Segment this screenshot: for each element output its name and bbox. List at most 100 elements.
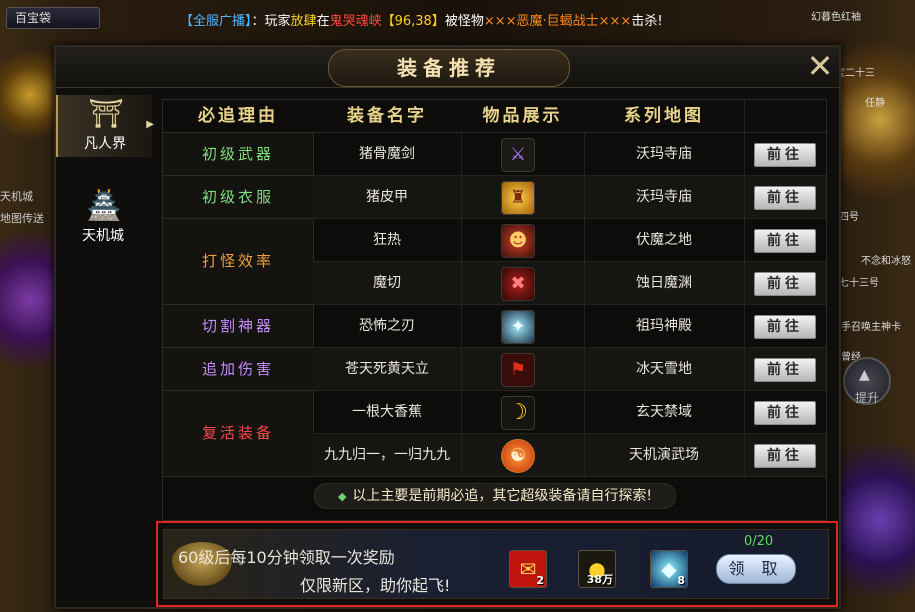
go-button[interactable]: 前往 <box>754 143 816 167</box>
broadcast-player: 放肆 <box>290 14 317 29</box>
player-name: 幻暮色红袖 <box>811 12 861 23</box>
blade-icon[interactable]: ✦ <box>501 310 535 344</box>
reason-cell: 切割神器 <box>163 305 314 348</box>
equipment-recommend-panel: 装备推荐 ✕ ⛩ 凡人界 ▶ 🏯 天机城 必追理由 装备名字 物品展示 系列地图… <box>54 45 841 609</box>
upgrade-button[interactable]: ▲ 提升 <box>843 357 891 405</box>
demon-cut-icon[interactable]: ✖ <box>501 267 535 301</box>
orb-glyph: ☯ <box>509 445 527 466</box>
caret-right-icon: ▶ <box>146 119 154 130</box>
go-button[interactable]: 前往 <box>754 186 816 210</box>
table-row: 一根大香蕉 ☽ 玄天禁域 前往 <box>313 391 826 434</box>
sidebar-item-label: 凡人界 <box>84 136 126 152</box>
temple-icon: ⛩ <box>88 97 124 130</box>
go-button[interactable]: 前往 <box>754 229 816 253</box>
table-row: 苍天死黄天立 ⚑ 冰天雪地 前往 <box>313 348 826 391</box>
reason-cell: 初级武器 <box>163 133 314 176</box>
item-map: 沃玛寺庙 <box>584 133 745 175</box>
broadcast-place: 鬼哭魂峡 <box>329 14 382 29</box>
banana-icon[interactable]: ☽ <box>501 396 535 430</box>
baibao-label: 百宝袋 <box>15 11 52 25</box>
left-note: 地图传送 <box>0 212 44 225</box>
armor-icon[interactable]: ♜ <box>501 181 535 215</box>
arrow-up-icon: ▲ <box>859 367 870 383</box>
flag-icon[interactable]: ⚑ <box>501 353 535 387</box>
header-name: 装备名字 <box>347 106 427 126</box>
reward-qty: 38万 <box>586 573 613 586</box>
table-row: 恐怖之刃 ✦ 祖玛神殿 前往 <box>313 305 826 348</box>
rage-icon[interactable]: ☻ <box>501 224 535 258</box>
item-map: 玄天禁域 <box>584 391 745 433</box>
player-name: 任静 <box>865 98 885 109</box>
title-plate: 装备推荐 <box>328 49 570 87</box>
left-note: 天机城 <box>0 190 33 203</box>
reward-section: 60级后每10分钟领取一次奖励 仅限新区，助你起飞! ✉ 2 ● 38万 ◆ 8… <box>156 521 838 607</box>
demon-cut-glyph: ✖ <box>510 273 526 294</box>
item-name: 九九归一，一归九九 <box>313 434 462 476</box>
reason-cell: 复活装备 <box>163 391 314 477</box>
reward-line2: 仅限新区，助你起飞! <box>300 576 451 595</box>
upgrade-label: 提升 <box>854 391 879 405</box>
item-map: 冰天雪地 <box>584 348 745 390</box>
table-header: 必追理由 装备名字 物品展示 系列地图 <box>163 100 826 133</box>
reward-qty: 2 <box>536 574 544 587</box>
item-name: 恐怖之刃 <box>313 305 462 347</box>
go-button[interactable]: 前往 <box>754 272 816 296</box>
table-row: 魔切 ✖ 蚀日魔渊 前往 <box>313 262 826 305</box>
reward-slot[interactable]: ✉ 2 <box>509 550 547 588</box>
claim-button[interactable]: 领 取 <box>716 554 796 584</box>
reason-cell: 追加伤害 <box>163 348 314 391</box>
sidebar-item-tianjicheng[interactable]: 🏯 天机城 <box>56 187 150 249</box>
reward-slot[interactable]: ● 38万 <box>578 550 616 588</box>
go-button[interactable]: 前往 <box>754 358 816 382</box>
hint-text: 以上主要是前期必追，其它超级装备请自行探索! <box>352 488 653 504</box>
go-button[interactable]: 前往 <box>754 401 816 425</box>
broadcast-colon: ： <box>251 14 265 29</box>
column-divider <box>744 100 745 476</box>
reward-panel: 60级后每10分钟领取一次奖励 仅限新区，助你起飞! ✉ 2 ● 38万 ◆ 8… <box>163 529 829 599</box>
rage-glyph: ☻ <box>508 230 528 251</box>
sidebar-item-label: 天机城 <box>82 228 124 244</box>
sword-glyph: ⚔ <box>509 144 527 165</box>
sidebar-item-fanrenjie[interactable]: ⛩ 凡人界 ▶ <box>56 95 154 157</box>
reward-qty: 8 <box>677 574 685 587</box>
close-icon[interactable]: ✕ <box>803 49 837 83</box>
go-button[interactable]: 前往 <box>754 444 816 468</box>
hint-banner: ◆ 以上主要是前期必追，其它超级装备请自行探索! <box>314 483 676 509</box>
left-side-text: 天机城 地图传送 <box>0 188 44 232</box>
item-name: 苍天死黄天立 <box>313 348 462 390</box>
castle-icon: 🏯 <box>86 189 122 222</box>
reward-slot[interactable]: ◆ 8 <box>650 550 688 588</box>
reason-cell: 初级衣服 <box>163 176 314 219</box>
broadcast-text: 玩家 <box>264 14 291 29</box>
item-map: 蚀日魔渊 <box>584 262 745 304</box>
table-row: 九九归一，一归九九 ☯ 天机演武场 前往 <box>313 434 826 477</box>
header-display: 物品展示 <box>482 106 563 126</box>
flag-glyph: ⚑ <box>509 359 527 380</box>
item-map: 伏魔之地 <box>584 219 745 261</box>
blade-glyph: ✦ <box>510 316 526 337</box>
baibao-button[interactable]: 百宝袋 <box>6 7 100 29</box>
broadcast-text: 被怪物 <box>444 14 484 29</box>
item-name: 猪皮甲 <box>313 176 462 218</box>
sword-icon[interactable]: ⚔ <box>501 138 535 172</box>
panel-title: 装备推荐 <box>397 56 501 80</box>
banana-glyph: ☽ <box>508 400 528 425</box>
table-row: 狂热 ☻ 伏魔之地 前往 <box>313 219 826 262</box>
table-row: 猪皮甲 ♜ 沃玛寺庙 前往 <box>313 176 826 219</box>
player-name: 高手召唤主神卡 <box>831 322 901 333</box>
broadcast-text: 击杀! <box>631 14 663 29</box>
broadcast-coords: 【96,38】 <box>381 14 445 29</box>
item-name: 一根大香蕉 <box>313 391 462 433</box>
item-map: 祖玛神殿 <box>584 305 745 347</box>
item-map: 天机演武场 <box>584 434 745 476</box>
broadcast-monster: ×××恶魔·巨蝎战士××× <box>483 14 632 29</box>
server-broadcast: 【全服广播】：玩家放肆在鬼哭魂峡【96,38】被怪物×××恶魔·巨蝎战士×××击… <box>180 10 663 29</box>
top-bar: 百宝袋 【全服广播】：玩家放肆在鬼哭魂峡【96,38】被怪物×××恶魔·巨蝎战士… <box>0 0 915 30</box>
orb-icon[interactable]: ☯ <box>501 439 535 473</box>
item-map: 沃玛寺庙 <box>584 176 745 218</box>
broadcast-tag: 【全服广播】 <box>180 14 252 29</box>
armor-glyph: ♜ <box>509 187 527 208</box>
item-name: 狂热 <box>313 219 462 261</box>
go-button[interactable]: 前往 <box>754 315 816 339</box>
player-name: 不念和冰怒 <box>861 256 911 267</box>
